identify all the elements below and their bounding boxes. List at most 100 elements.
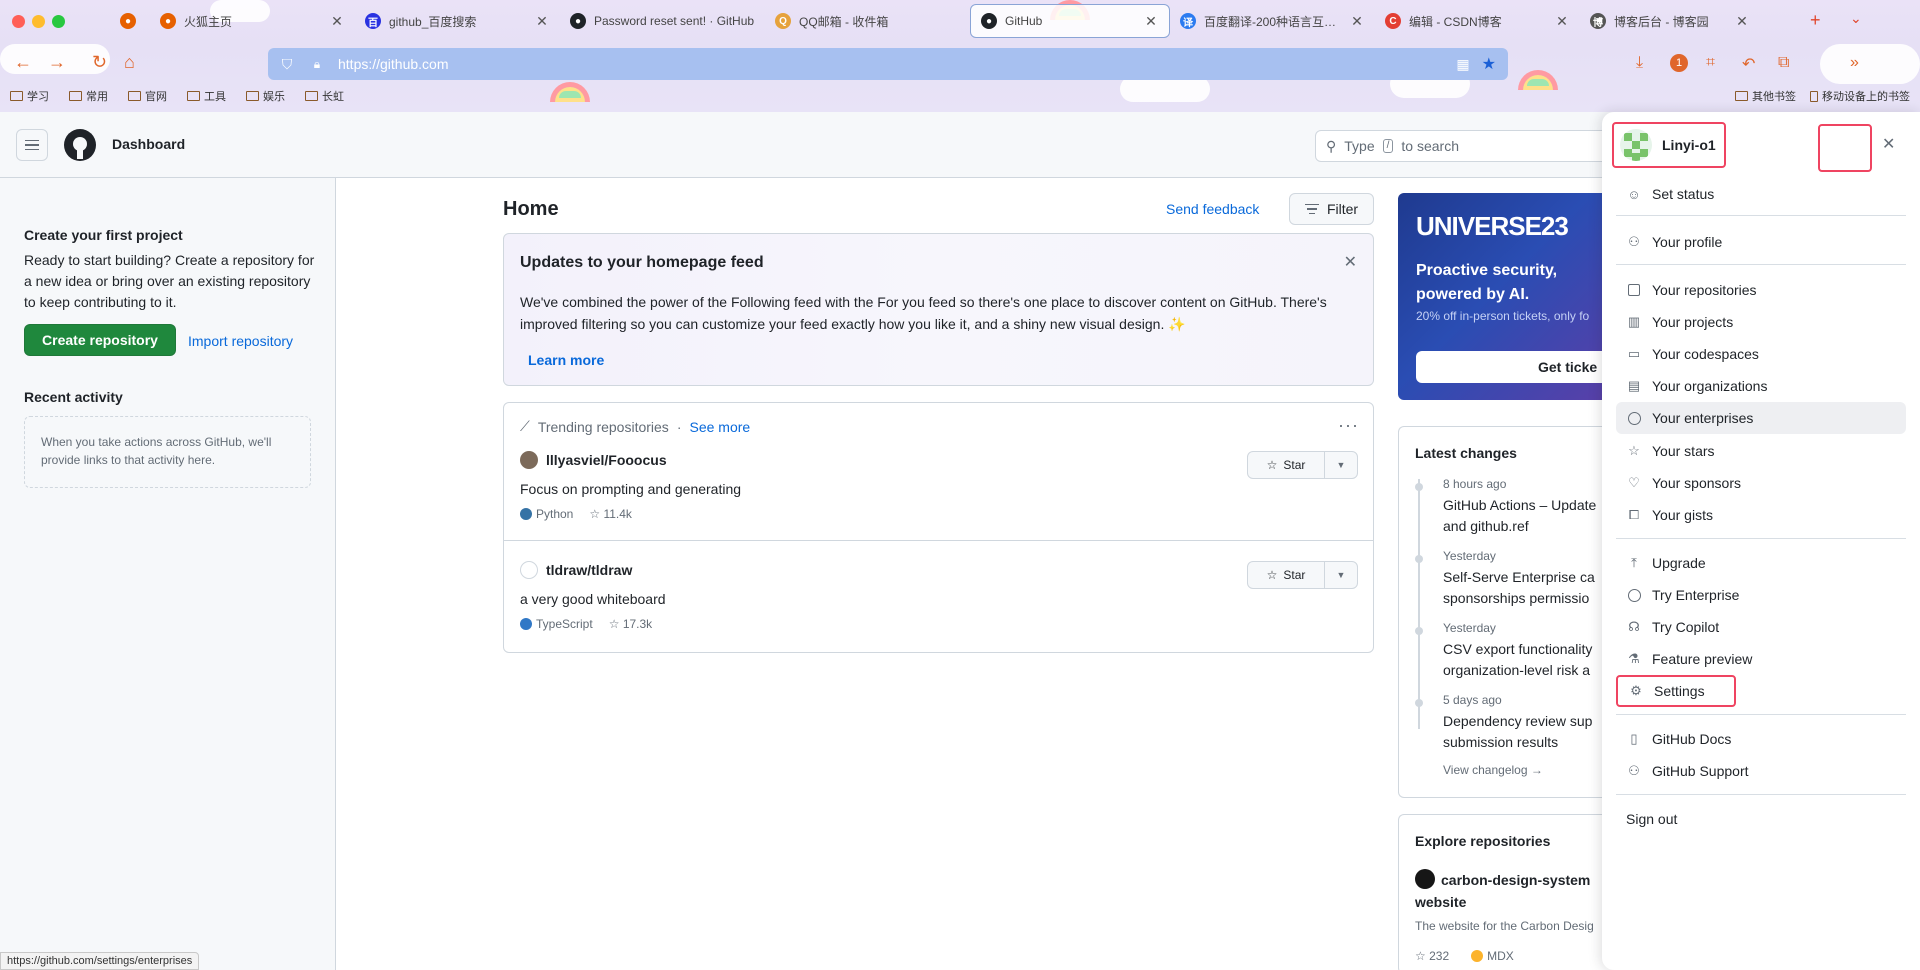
new-tab-button[interactable]: + [1810,10,1821,31]
bookmark-folder[interactable]: 学习 [10,88,49,104]
repo-stars[interactable]: ☆ 11.4k [589,507,632,521]
repo-stars[interactable]: ☆ 17.3k [609,617,652,631]
filter-button[interactable]: Filter [1289,193,1374,225]
menu-item-github-docs[interactable]: ▯ GitHub Docs [1616,723,1906,755]
see-more-link[interactable]: See more [689,419,750,435]
send-feedback-link[interactable]: Send feedback [1166,201,1259,217]
close-icon[interactable]: ✕ [534,13,550,30]
create-repository-button[interactable]: Create repository [24,324,176,356]
tab-baidu-translate[interactable]: 译 百度翻译-200种语言互译、沟通全世界 ✕ [1170,4,1375,38]
back-arrow-icon[interactable]: ← [14,52,32,73]
menu-item-try-enterprise[interactable]: Try Enterprise [1616,579,1906,611]
menu-item-your-sponsors[interactable]: ♡ Your sponsors [1616,467,1906,499]
window-minimize-button[interactable] [32,15,45,28]
tab-pinned[interactable]: ● [110,4,150,38]
user-identity[interactable]: Linyi-o1 [1612,122,1726,168]
star-toggle[interactable]: ☆ Star [1248,452,1325,478]
tab-cnblogs[interactable]: 博 博客后台 - 博客园 ✕ [1580,4,1760,38]
explore-repo-label[interactable]: carbon-design-system website [1415,872,1590,910]
chevron-down-icon[interactable]: ⌄ [1850,10,1862,27]
close-icon[interactable]: ✕ [1344,252,1357,272]
chevron-down-icon[interactable]: ▼ [1325,452,1357,478]
repo-title[interactable]: tldraw/tldraw [520,561,1358,579]
changelog-item[interactable]: Yesterday CSV export functionality organ… [1415,621,1615,681]
bookmark-folder[interactable]: 工具 [187,88,226,104]
qr-code-icon[interactable]: ▦ [1456,56,1469,73]
explore-repo-name[interactable]: carbon-design-system website [1415,869,1615,913]
menu-item-upgrade[interactable]: ⤒ Upgrade [1616,547,1906,579]
forward-arrow-icon[interactable]: → [48,52,66,73]
github-logo-icon[interactable] [64,129,96,161]
menu-item-github-support[interactable]: ⚇ GitHub Support [1616,755,1906,787]
close-icon[interactable]: ✕ [1554,13,1570,30]
view-changelog-link[interactable]: View changelog → [1443,763,1543,777]
hamburger-menu-button[interactable] [16,129,48,161]
window-zoom-button[interactable] [52,15,65,28]
changelog-title[interactable]: sponsorships permissio [1443,588,1615,609]
repo-title[interactable]: lllyasviel/Fooocus [520,451,1358,469]
universe-promo-card[interactable]: UNIVERSE23 Proactive security, powered b… [1398,193,1618,400]
close-icon[interactable]: ✕ [1734,13,1750,30]
tab-qq-mail[interactable]: Q QQ邮箱 - 收件箱 [765,4,970,38]
shield-icon[interactable]: ⛉ [278,56,296,73]
changelog-title[interactable]: GitHub Actions – Update [1443,495,1615,516]
menu-item-your-organizations[interactable]: ▤ Your organizations [1616,370,1906,402]
changelog-title[interactable]: and github.ref [1443,516,1615,537]
tab-password-reset[interactable]: ● Password reset sent! · GitHub [560,4,765,38]
reload-icon[interactable]: ↻ [92,52,107,73]
bookmark-folder[interactable]: 移动设备上的书签 [1810,88,1910,104]
tab-github-active[interactable]: ● GitHub ✕ [970,4,1170,38]
changelog-title[interactable]: organization-level risk a [1443,660,1615,681]
chevron-down-icon[interactable]: ▼ [1325,562,1357,588]
bookmark-folder[interactable]: 官网 [128,88,167,104]
learn-more-link[interactable]: Learn more [520,346,612,374]
changelog-item[interactable]: 8 hours ago GitHub Actions – Update and … [1415,477,1615,537]
changelog-title[interactable]: submission results [1443,732,1615,753]
home-icon[interactable]: ⌂ [124,52,135,73]
crop-icon[interactable]: ⌗ [1706,54,1715,72]
tab-firefox-home[interactable]: ● 火狐主页 ✕ [150,4,355,38]
url-text[interactable]: https://github.com [338,56,449,72]
menu-item-your-enterprises[interactable]: Your enterprises [1616,402,1906,434]
changelog-item[interactable]: 5 days ago Dependency review sup submiss… [1415,693,1615,753]
repo-name[interactable]: tldraw/tldraw [546,562,632,578]
menu-item-your-codespaces[interactable]: ▭ Your codespaces [1616,338,1906,370]
download-icon[interactable]: ⤓ [1636,54,1643,72]
notification-badge[interactable]: 1 [1670,54,1688,72]
address-bar[interactable]: ⛉ 🔒︎ https://github.com ▦ ★ [268,48,1508,80]
menu-item-your-profile[interactable]: ⚇ Your profile [1616,226,1906,258]
extension-icon[interactable]: ⧉ [1778,54,1789,72]
close-icon[interactable]: ✕ [1349,13,1365,30]
kebab-menu-icon[interactable]: ··· [1338,415,1359,436]
repo-name[interactable]: lllyasviel/Fooocus [546,452,667,468]
get-tickets-button[interactable]: Get ticke [1416,351,1618,383]
bookmark-folder[interactable]: 长虹 [305,88,344,104]
bookmark-folder[interactable]: 常用 [69,88,108,104]
changelog-title[interactable]: Self-Serve Enterprise ca [1443,567,1615,588]
bookmark-folder[interactable]: 娱乐 [246,88,285,104]
bookmark-star-icon[interactable]: ★ [1482,54,1496,74]
changelog-title[interactable]: CSV export functionality [1443,639,1615,660]
menu-item-try-copilot[interactable]: ☊ Try Copilot [1616,611,1906,643]
close-icon[interactable]: ✕ [329,13,345,30]
overflow-menu-icon[interactable]: » [1850,54,1859,72]
close-icon[interactable]: ✕ [1882,134,1895,154]
menu-item-your-repositories[interactable]: Your repositories [1616,274,1906,306]
bookmark-folder[interactable]: 其他书签 [1735,88,1796,104]
import-repository-link[interactable]: Import repository [188,333,293,349]
menu-item-sign-out[interactable]: Sign out [1616,803,1906,835]
changelog-title[interactable]: Dependency review sup [1443,711,1615,732]
close-icon[interactable]: ✕ [1143,13,1159,30]
tab-baidu-search[interactable]: 百 github_百度搜索 ✕ [355,4,560,38]
tab-csdn[interactable]: C 编辑 - CSDN博客 ✕ [1375,4,1580,38]
menu-item-feature-preview[interactable]: ⚗ Feature preview [1616,643,1906,675]
search-input[interactable]: ⚲ Type / to search [1315,130,1615,162]
undo-icon[interactable]: ↶ [1742,54,1755,74]
menu-item-settings[interactable]: ⚙ Settings [1616,675,1736,707]
menu-item-your-projects[interactable]: ▥ Your projects [1616,306,1906,338]
menu-item-your-gists[interactable]: ⧠ Your gists [1616,499,1906,531]
star-toggle[interactable]: ☆ Star [1248,562,1325,588]
page-title[interactable]: Dashboard [112,136,185,152]
menu-item-set-status[interactable]: ☺ Set status [1616,178,1906,210]
lock-icon[interactable]: 🔒︎ [308,57,326,72]
